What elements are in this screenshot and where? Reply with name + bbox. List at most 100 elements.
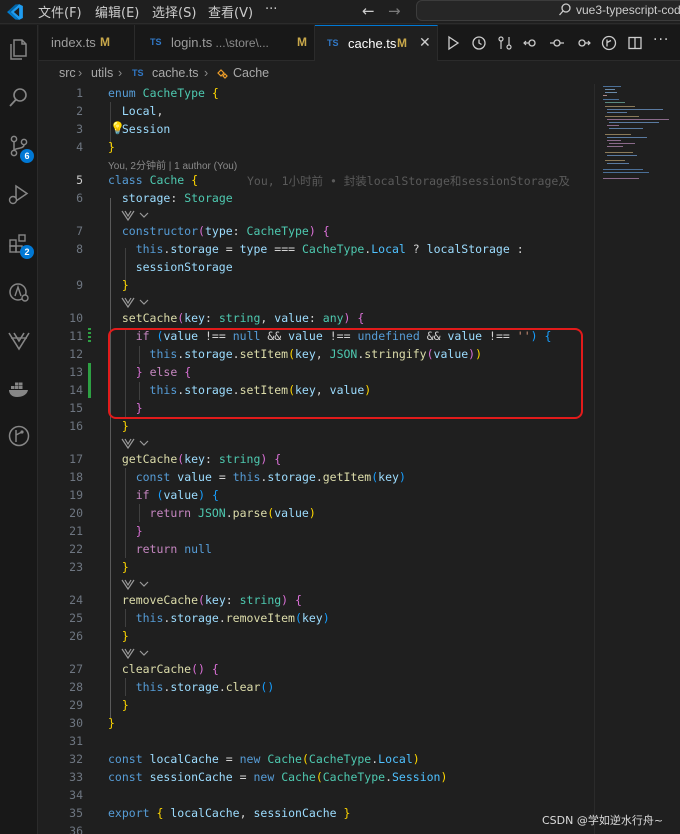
search-icon[interactable] <box>6 84 32 110</box>
line-number: 2 <box>76 104 83 118</box>
line-number: 16 <box>69 419 83 433</box>
extensions-badge: 2 <box>20 245 34 259</box>
code-line: removeCache(key: string) { <box>121 593 302 607</box>
lightbulb-icon[interactable]: 💡 <box>110 121 125 135</box>
previous-change-icon[interactable] <box>523 35 539 51</box>
vue-codelens-icon[interactable] <box>120 208 150 222</box>
menu-view[interactable]: 查看(V) <box>208 2 253 21</box>
tab-login-ts[interactable]: TS login.ts ...\store\... M <box>135 25 315 61</box>
code-line: clearCache() { <box>121 662 219 676</box>
vue-codelens-icon[interactable] <box>120 295 150 309</box>
line-number: 25 <box>69 611 83 625</box>
breadcrumb-file[interactable]: cache.ts <box>152 66 199 80</box>
timeline-icon[interactable] <box>471 35 487 51</box>
tab-label: login.ts ...\store\... <box>171 35 269 50</box>
line-number: 24 <box>69 593 83 607</box>
editor-tabs: index.ts M TS login.ts ...\store\... M T… <box>39 25 680 61</box>
code-line: } <box>121 278 129 292</box>
code-line: class Cache { <box>108 173 199 187</box>
code-line: setCache(key: string, value: any) { <box>121 311 365 325</box>
breadcrumb-src[interactable]: src <box>59 66 76 80</box>
chevron-right-icon: › <box>118 66 123 80</box>
vue-codelens-icon[interactable] <box>120 646 150 660</box>
code-line: } <box>121 560 129 574</box>
minimap[interactable] <box>594 84 680 834</box>
code-line: return JSON.parse(value) <box>149 506 316 520</box>
title-bar: 文件(F) 编辑(E) 选择(S) 查看(V) ··· ← → vue3-typ… <box>0 0 680 24</box>
vue-codelens-icon[interactable] <box>120 436 150 450</box>
menu-file[interactable]: 文件(F) <box>38 2 82 21</box>
code-line: constructor(type: CacheType) { <box>121 224 330 238</box>
tab-cache-ts[interactable]: TS cache.ts M ✕ <box>315 25 438 61</box>
code-line: getCache(key: string) { <box>121 452 282 466</box>
menu-more[interactable]: ··· <box>265 2 277 17</box>
line-number: 12 <box>69 347 83 361</box>
csdn-watermark: CSDN @学如逆水行舟~ <box>542 814 664 827</box>
explorer-icon[interactable] <box>6 36 32 62</box>
line-number: 11 <box>69 329 83 343</box>
git-lens-icon[interactable] <box>601 35 617 51</box>
line-number: 15 <box>69 401 83 415</box>
line-number: 33 <box>69 770 83 784</box>
vue-codelens-icon[interactable] <box>120 577 150 591</box>
more-actions-icon[interactable]: ··· <box>653 32 669 48</box>
forward-arrow-icon[interactable]: → <box>388 2 401 20</box>
line-number: 32 <box>69 752 83 766</box>
inline-blame: You, 1小时前 • 封装localStorage和sessionStorag… <box>247 174 570 188</box>
chevron-right-icon: › <box>204 66 209 80</box>
line-number: 28 <box>69 680 83 694</box>
docker-icon[interactable] <box>6 375 32 401</box>
line-number: 17 <box>69 452 83 466</box>
code-line: export { localCache, sessionCache } <box>108 806 351 820</box>
commit-icon[interactable] <box>549 35 565 51</box>
tab-label: cache.ts <box>348 36 397 51</box>
line-number: 31 <box>69 734 83 748</box>
vue-devtools-icon[interactable] <box>6 327 32 353</box>
modified-badge: M <box>297 35 307 49</box>
chevron-right-icon: › <box>78 66 83 80</box>
line-number: 21 <box>69 524 83 538</box>
line-number: 4 <box>76 140 83 154</box>
code-line: enum CacheType { <box>108 86 219 100</box>
class-symbol-icon <box>217 69 228 79</box>
git-graph-icon[interactable] <box>6 423 32 449</box>
close-icon[interactable]: ✕ <box>419 35 431 51</box>
back-arrow-icon[interactable]: ← <box>362 2 375 20</box>
typescript-icon: TS <box>327 38 339 48</box>
line-number: 19 <box>69 488 83 502</box>
next-change-icon[interactable] <box>575 35 591 51</box>
git-added-marker[interactable] <box>88 363 91 398</box>
compare-changes-icon[interactable] <box>497 35 513 51</box>
line-number: 10 <box>69 311 83 325</box>
code-line: } <box>135 524 143 538</box>
line-number: 26 <box>69 629 83 643</box>
code-line: this.storage.clear() <box>135 680 275 694</box>
code-line: this.storage.removeItem(key) <box>135 611 330 625</box>
line-number: 6 <box>76 191 83 205</box>
menu-selection[interactable]: 选择(S) <box>152 2 196 21</box>
breadcrumb-symbol[interactable]: Cache <box>233 66 269 80</box>
code-line: const value = this.storage.getItem(key) <box>135 470 406 484</box>
tab-index-ts[interactable]: index.ts M <box>39 25 135 61</box>
code-line: if (value) { <box>135 488 219 502</box>
run-debug-icon[interactable] <box>6 181 32 207</box>
run-icon[interactable] <box>445 35 461 51</box>
tab-label: index.ts <box>51 35 96 50</box>
line-number: 22 <box>69 542 83 556</box>
tab-label-name: login.ts <box>171 35 213 50</box>
code-editor[interactable]: 1 2 3 4 5 6 7 8 9 10 11 12 13 14 15 16 1… <box>39 84 594 834</box>
line-number: 14 <box>69 383 83 397</box>
remote-explorer-icon[interactable] <box>6 279 32 305</box>
line-number: 23 <box>69 560 83 574</box>
modified-badge: M <box>397 36 407 50</box>
line-number: 13 <box>69 365 83 379</box>
code-line: } <box>108 716 115 730</box>
git-blame-codelens[interactable]: You, 2分钟前 | 1 author (You) <box>108 157 237 172</box>
vscode-logo-icon[interactable] <box>6 3 24 21</box>
breadcrumb-utils[interactable]: utils <box>91 66 113 80</box>
menu-edit[interactable]: 编辑(E) <box>95 2 139 21</box>
red-annotation-box <box>108 328 583 419</box>
split-editor-icon[interactable] <box>627 35 643 51</box>
git-modified-marker[interactable] <box>88 328 91 344</box>
line-number: 3 <box>76 122 83 136</box>
